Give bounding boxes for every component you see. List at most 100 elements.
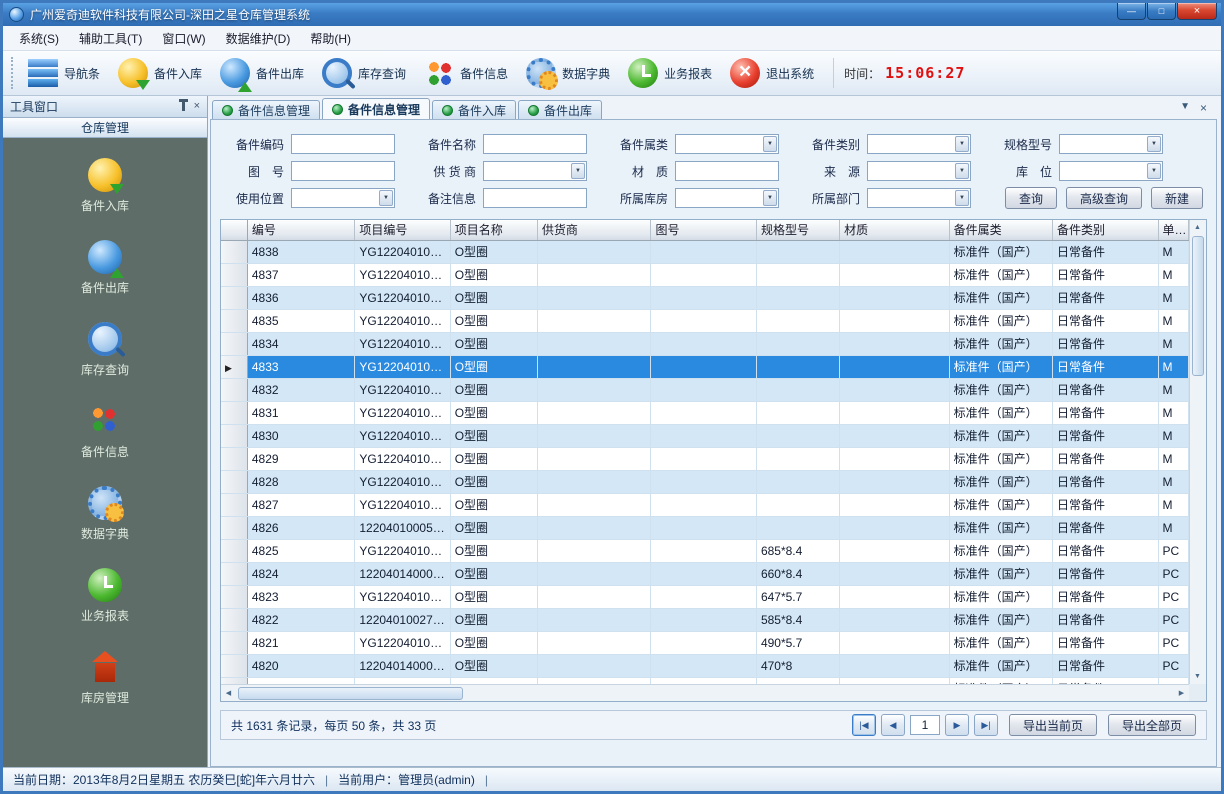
table-cell[interactable]: 4820 (247, 654, 355, 677)
table-cell[interactable] (537, 585, 651, 608)
table-cell[interactable] (537, 447, 651, 470)
table-row[interactable]: ▶ 4837YG12204010092O型圈标准件（国产）日常备件M (221, 263, 1189, 286)
table-cell[interactable] (651, 470, 756, 493)
column-header[interactable]: 备件属类 (949, 220, 1052, 240)
table-cell[interactable]: YG12204010084 (355, 447, 450, 470)
table-cell[interactable]: O型圈 (450, 654, 537, 677)
table-cell[interactable] (840, 539, 950, 562)
minimize-button[interactable]: — (1117, 3, 1146, 20)
tab-close-icon[interactable]: × (1200, 102, 1207, 114)
tab[interactable]: 备件入库 (432, 100, 516, 119)
row-header[interactable]: ▶ (221, 539, 247, 562)
table-cell[interactable]: PC (1158, 585, 1188, 608)
table-cell[interactable] (537, 631, 651, 654)
row-header[interactable]: ▶ (221, 309, 247, 332)
table-cell[interactable]: O型圈 (450, 240, 537, 263)
table-cell[interactable]: 4825 (247, 539, 355, 562)
table-cell[interactable] (355, 677, 450, 684)
table-cell[interactable] (537, 562, 651, 585)
filter-field-control[interactable]: ▼ (483, 188, 587, 208)
column-header[interactable]: 材质 (840, 220, 950, 240)
table-cell[interactable] (840, 424, 950, 447)
table-cell[interactable]: O型圈 (450, 355, 537, 378)
table-cell[interactable]: M (1158, 240, 1188, 263)
row-header[interactable]: ▶ (221, 562, 247, 585)
row-header[interactable]: ▶ (221, 470, 247, 493)
table-cell[interactable]: 标准件（国产） (949, 654, 1052, 677)
table-cell[interactable]: 日常备件 (1053, 631, 1158, 654)
table-cell[interactable]: O型圈 (450, 332, 537, 355)
table-row[interactable]: ▶ 4823YG12204010080O型圈647*5.7标准件（国产）日常备件… (221, 585, 1189, 608)
table-cell[interactable] (537, 654, 651, 677)
table-row[interactable]: ▶ 标准件（国产）日常备件 (221, 677, 1189, 684)
table-cell[interactable]: 4833 (247, 355, 355, 378)
table-cell[interactable] (651, 424, 756, 447)
table-cell[interactable] (651, 585, 756, 608)
table-cell[interactable]: 4823 (247, 585, 355, 608)
table-cell[interactable]: 日常备件 (1053, 447, 1158, 470)
table-cell[interactable]: 标准件（国产） (949, 539, 1052, 562)
table-cell[interactable]: 标准件（国产） (949, 355, 1052, 378)
sidebar-item[interactable]: 业务报表 (81, 568, 129, 624)
vertical-scroll-thumb[interactable] (1192, 236, 1204, 376)
column-header[interactable]: 项目编号 (355, 220, 450, 240)
table-cell[interactable] (840, 263, 950, 286)
table-cell[interactable] (840, 309, 950, 332)
table-cell[interactable] (651, 240, 756, 263)
table-cell[interactable]: O型圈 (450, 470, 537, 493)
table-cell[interactable]: PC (1158, 654, 1188, 677)
table-cell[interactable] (840, 286, 950, 309)
toolbar-button[interactable]: 退出系统 (721, 54, 823, 92)
table-cell[interactable]: 标准件（国产） (949, 309, 1052, 332)
row-header[interactable]: ▶ (221, 585, 247, 608)
sidebar-item[interactable]: 数据字典 (81, 486, 129, 542)
filter-field-control[interactable]: ▼ (675, 161, 779, 181)
table-cell[interactable]: M (1158, 309, 1188, 332)
table-cell[interactable]: 标准件（国产） (949, 378, 1052, 401)
menu-item[interactable]: 数据维护(D) (216, 27, 301, 50)
table-cell[interactable]: 日常备件 (1053, 608, 1158, 631)
row-header[interactable]: ▶ (221, 447, 247, 470)
table-cell[interactable] (840, 240, 950, 263)
table-cell[interactable]: PC (1158, 562, 1188, 585)
sidebar-item[interactable]: 备件出库 (81, 240, 129, 296)
table-cell[interactable] (651, 631, 756, 654)
filter-field-control[interactable]: ▼ (291, 188, 395, 208)
table-row[interactable]: ▶ 4827YG12204010082O型圈标准件（国产）日常备件M (221, 493, 1189, 516)
table-row[interactable]: ▶ 4833YG12204010088O型圈标准件（国产）日常备件M (221, 355, 1189, 378)
table-cell[interactable]: 4827 (247, 493, 355, 516)
horizontal-scrollbar[interactable]: ◀ ▶ (221, 684, 1189, 701)
table-cell[interactable]: YG12204010093 (355, 240, 450, 263)
table-cell[interactable] (651, 608, 756, 631)
tab[interactable]: 备件信息管理 (322, 98, 430, 119)
table-cell[interactable] (651, 516, 756, 539)
scroll-down-icon[interactable]: ▼ (1190, 669, 1205, 684)
table-cell[interactable]: YG12204010090 (355, 309, 450, 332)
table-cell[interactable] (537, 263, 651, 286)
toolbar-button[interactable]: 业务报表 (619, 54, 721, 92)
table-cell[interactable]: 585*8.4 (756, 608, 839, 631)
table-cell[interactable] (840, 378, 950, 401)
sidebar-item[interactable]: 备件入库 (81, 158, 129, 214)
table-cell[interactable]: 647*5.7 (756, 585, 839, 608)
dropdown-arrow-icon[interactable]: ▼ (955, 163, 969, 179)
table-cell[interactable] (840, 493, 950, 516)
query-button[interactable]: 查询 (1005, 187, 1057, 209)
table-cell[interactable]: 490*5.7 (756, 631, 839, 654)
table-cell[interactable]: 标准件（国产） (949, 240, 1052, 263)
export-all-pages-button[interactable]: 导出全部页 (1108, 714, 1196, 736)
table-cell[interactable]: 4838 (247, 240, 355, 263)
panel-close-icon[interactable]: × (194, 101, 200, 112)
maximize-button[interactable]: □ (1147, 3, 1176, 20)
table-cell[interactable] (651, 654, 756, 677)
table-cell[interactable]: M (1158, 355, 1188, 378)
table-cell[interactable]: 4828 (247, 470, 355, 493)
table-cell[interactable] (651, 447, 756, 470)
table-cell[interactable]: 标准件（国产） (949, 447, 1052, 470)
table-cell[interactable]: 4837 (247, 263, 355, 286)
table-cell[interactable]: 日常备件 (1053, 286, 1158, 309)
filter-field-control[interactable]: ▼ (867, 161, 971, 181)
scroll-right-icon[interactable]: ▶ (1174, 686, 1189, 701)
table-cell[interactable] (756, 424, 839, 447)
table-row[interactable]: ▶ 4835YG12204010090O型圈标准件（国产）日常备件M (221, 309, 1189, 332)
